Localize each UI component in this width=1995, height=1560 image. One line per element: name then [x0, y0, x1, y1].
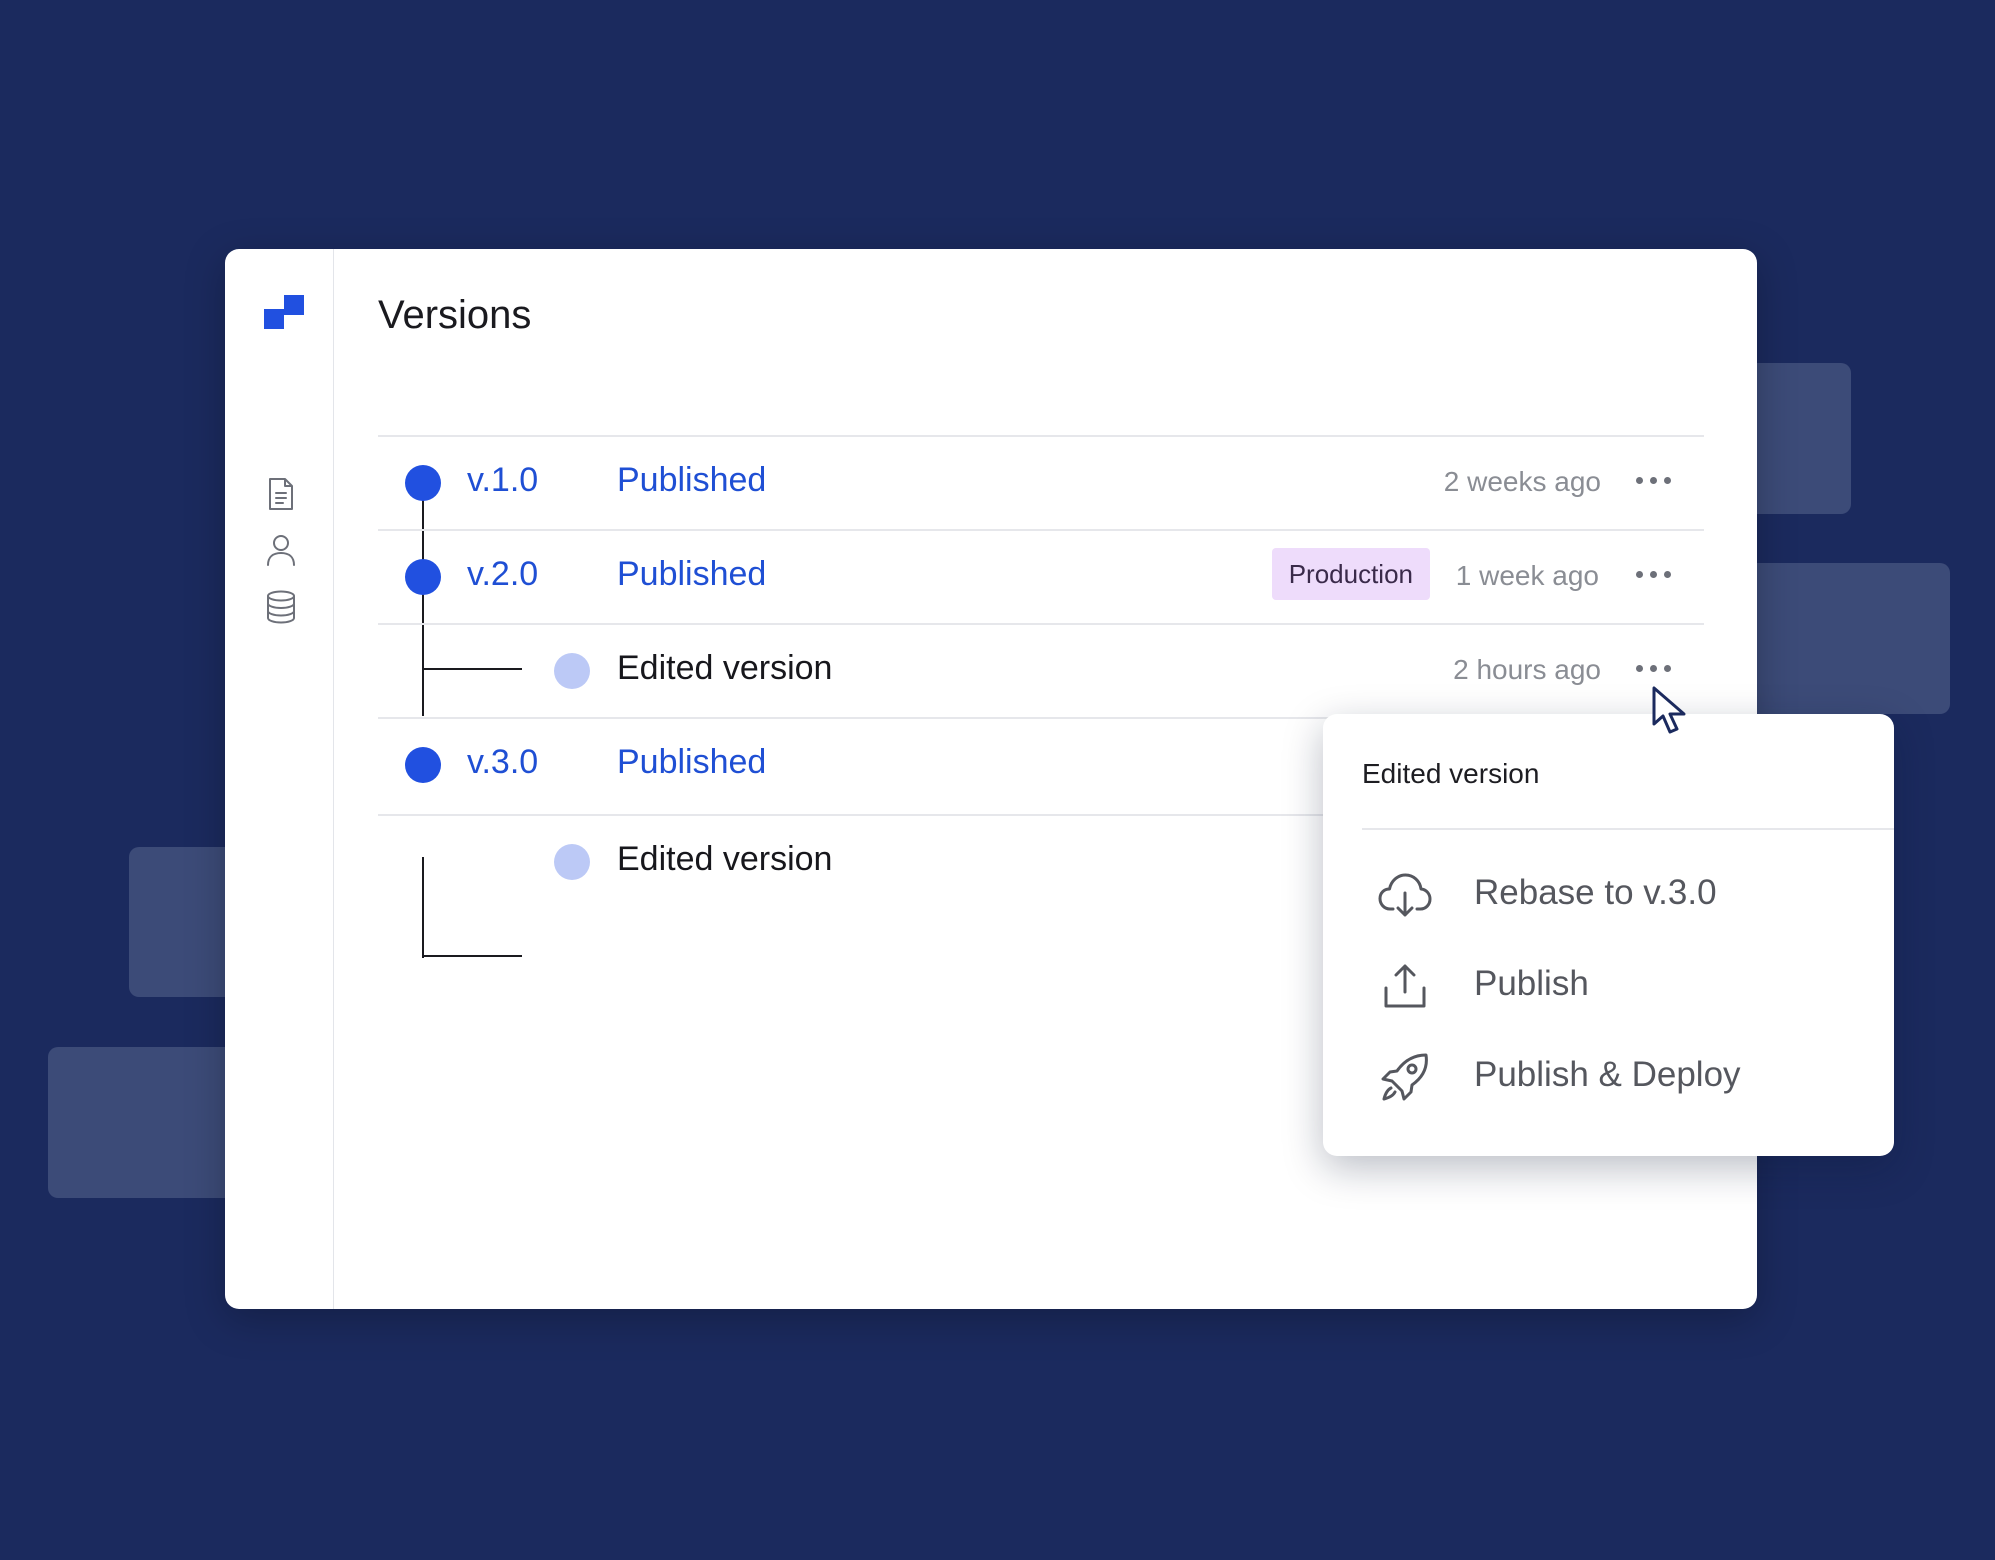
- version-time: 2 hours ago: [1453, 654, 1601, 685]
- edited-version-dot: [554, 844, 590, 880]
- version-row[interactable]: v.1.0 Published 2 weeks ago: [378, 435, 1704, 529]
- version-dot: [405, 465, 441, 501]
- context-menu: Edited version Rebase to v.3.0 Publish P…: [1323, 714, 1894, 1156]
- more-options-button[interactable]: [1634, 561, 1674, 587]
- database-icon: [267, 590, 295, 624]
- version-dot: [405, 747, 441, 783]
- menu-divider: [1362, 828, 1894, 830]
- version-status[interactable]: Published: [617, 743, 766, 782]
- cloud-download-icon: [1378, 873, 1432, 917]
- menu-item-label: Rebase to v.3.0: [1474, 873, 1717, 912]
- version-time: 1 week ago: [1455, 560, 1599, 591]
- menu-item-label: Publish: [1474, 964, 1589, 1003]
- stage: Versions v.1.0 Published 2 weeks ago v.2…: [0, 0, 1995, 1560]
- edited-version-label[interactable]: Edited version: [617, 840, 832, 879]
- mouse-cursor-icon: [1652, 686, 1686, 734]
- logo-icon: [264, 295, 304, 329]
- tree-branch: [422, 955, 522, 957]
- edited-version-label[interactable]: Edited version: [617, 649, 832, 688]
- menu-item-publish[interactable]: Publish: [1378, 954, 1858, 1018]
- version-number[interactable]: v.2.0: [467, 555, 538, 594]
- version-status[interactable]: Published: [617, 555, 766, 594]
- background-shape: [1740, 563, 1950, 714]
- rocket-icon: [1381, 1053, 1428, 1101]
- version-number[interactable]: v.1.0: [467, 461, 538, 500]
- version-time: 2 weeks ago: [1443, 466, 1601, 497]
- sidebar-item-users[interactable]: [265, 533, 297, 567]
- sidebar-item-documents[interactable]: [265, 477, 297, 511]
- sidebar: [225, 249, 334, 1309]
- document-icon: [269, 478, 293, 510]
- edited-version-dot: [554, 653, 590, 689]
- upload-icon: [1384, 964, 1426, 1008]
- version-dot: [405, 559, 441, 595]
- menu-item-publish-deploy[interactable]: Publish & Deploy: [1378, 1045, 1858, 1109]
- page-title: Versions: [378, 293, 532, 337]
- menu-item-rebase[interactable]: Rebase to v.3.0: [1378, 863, 1858, 927]
- version-status[interactable]: Published: [617, 461, 766, 500]
- more-options-button[interactable]: [1634, 467, 1674, 493]
- environment-badge: Production: [1271, 548, 1430, 600]
- sidebar-item-database[interactable]: [265, 590, 297, 624]
- more-options-button[interactable]: [1634, 655, 1674, 681]
- version-row[interactable]: v.2.0 Published Production 1 week ago: [378, 529, 1704, 623]
- menu-item-label: Publish & Deploy: [1474, 1055, 1741, 1094]
- user-icon: [267, 535, 295, 566]
- edited-version-row[interactable]: Edited version 2 hours ago: [378, 623, 1704, 717]
- menu-title: Edited version: [1362, 758, 1540, 789]
- version-number[interactable]: v.3.0: [467, 743, 538, 782]
